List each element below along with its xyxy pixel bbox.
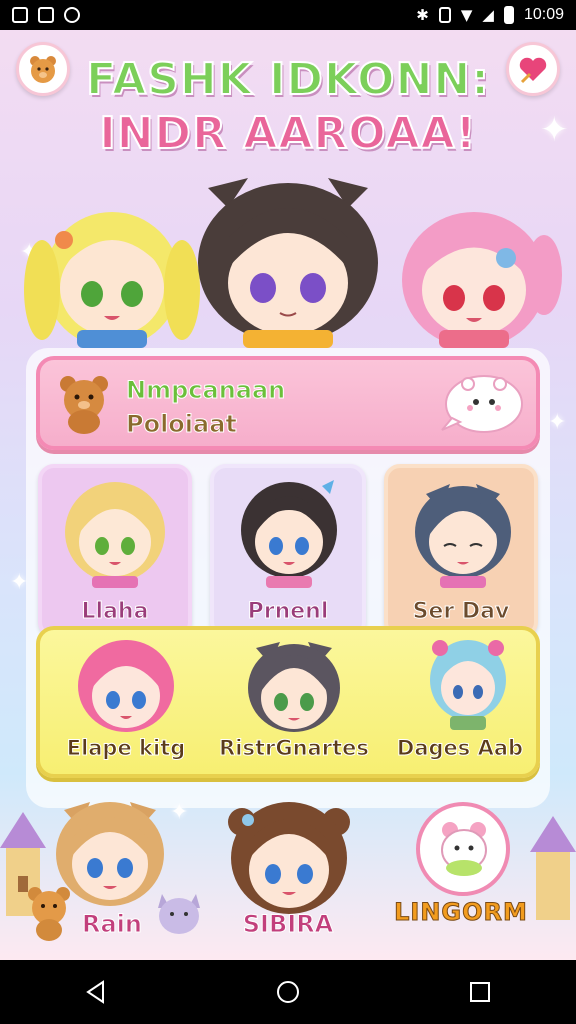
recents-button[interactable] — [450, 967, 510, 1017]
game-logo-button[interactable] — [416, 802, 510, 896]
hero-character-blonde — [24, 212, 200, 348]
teddy-bear-icon — [60, 376, 108, 434]
image-notification-icon — [12, 7, 28, 23]
speech-bubble-mascot-icon — [441, 375, 523, 433]
character-portrait — [430, 640, 506, 730]
hero-character-pink-hair — [402, 212, 562, 348]
back-icon — [86, 980, 104, 1004]
character-name: Llaha — [81, 599, 149, 625]
home-button[interactable] — [258, 967, 318, 1017]
sparkle-icon: ✦ — [548, 410, 567, 435]
featured-characters-panel: Elape kitg RistrGnartes Dages Aab — [36, 626, 540, 778]
bluetooth-icon: ✱ — [416, 6, 429, 24]
character-name: RistrGnartes — [219, 736, 370, 761]
game-title-line-1: FASHK IDKONN: — [85, 53, 490, 106]
featured-character[interactable]: Elape kitg — [46, 630, 206, 774]
character-card[interactable]: Prnenl — [210, 464, 366, 638]
character-name: SIBIRA — [242, 910, 334, 939]
wifi-icon: ▼ — [460, 6, 473, 24]
battery-icon — [503, 6, 514, 24]
featured-character[interactable]: RistrGnartes — [208, 630, 380, 774]
app-notification-icon — [38, 7, 54, 23]
status-bar: ✱ ▼ ◢ 10:09 — [0, 0, 576, 30]
vibrate-icon — [438, 7, 451, 23]
back-button[interactable] — [66, 967, 126, 1017]
character-name: Dages Aab — [396, 736, 524, 761]
character-portrait — [65, 482, 165, 588]
character-name: Prnenl — [247, 599, 329, 625]
character-card[interactable]: Ser Dav — [384, 464, 538, 638]
character-portrait[interactable] — [222, 794, 356, 920]
hero-character-dark-hair — [198, 178, 378, 348]
character-portrait — [78, 640, 174, 732]
character-name: Ser Dav — [412, 599, 510, 625]
mode-banner[interactable]: Nmpcanaan Poloiaat — [36, 356, 540, 450]
app-screen: ✦ ✦ ✦ ✦ ✦ FASHK IDKONN: INDR AAROAA! Nmp… — [0, 30, 576, 960]
mascot-icon — [441, 822, 487, 876]
game-logo-text: LINGORM — [394, 898, 528, 927]
chat-notification-icon — [64, 7, 80, 23]
character-portrait — [248, 642, 340, 732]
character-portrait — [241, 480, 337, 588]
cat-icon — [158, 894, 200, 934]
character-portrait — [415, 484, 511, 588]
character-name: Elape kitg — [66, 736, 186, 761]
character-name: Rain — [82, 910, 143, 939]
character-card[interactable]: Llaha — [38, 464, 192, 638]
clock: 10:09 — [523, 6, 564, 23]
game-title-line-2: INDR AAROAA! — [98, 107, 477, 160]
banner-subtitle: Poloiaat — [126, 410, 238, 439]
home-icon — [277, 981, 299, 1003]
banner-title: Nmpcanaan — [125, 376, 286, 405]
recents-icon — [470, 982, 490, 1002]
signal-icon: ◢ — [482, 6, 494, 24]
featured-character[interactable]: Dages Aab — [380, 630, 540, 774]
navigation-bar — [0, 960, 576, 1024]
